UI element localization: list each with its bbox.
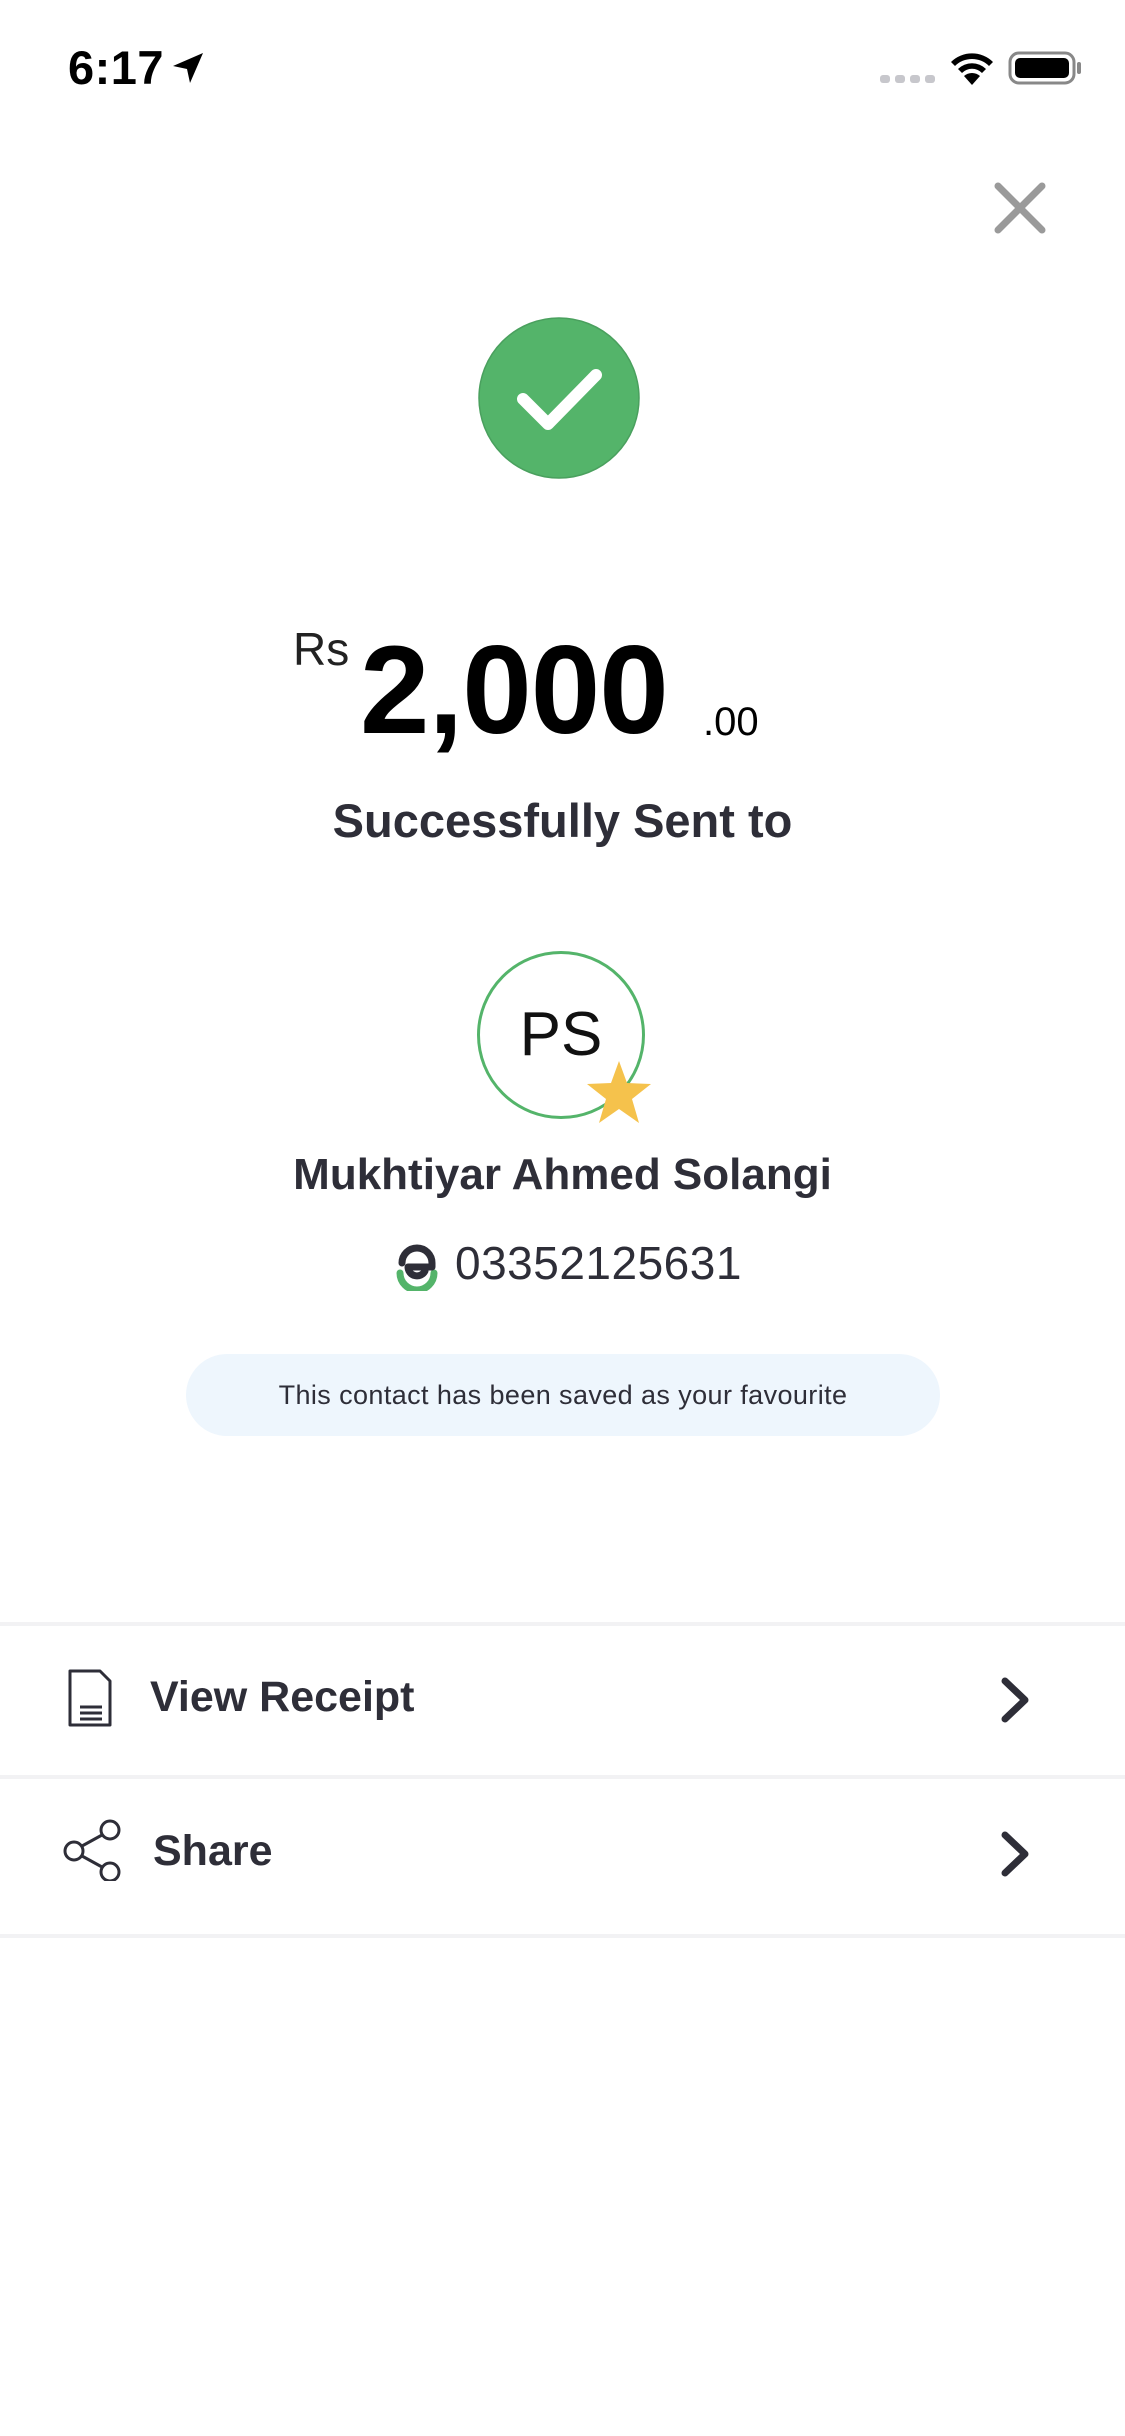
contact-name: Mukhtiyar Ahmed Solangi [293,1150,832,1199]
view-receipt-row[interactable]: View Receipt [0,1625,1125,1775]
contact-number-row: 03352125631 [0,1236,1125,1296]
chevron-right-icon [1001,1831,1029,1877]
chevron-right-icon [1001,1677,1029,1723]
receipt-icon [68,1669,112,1727]
close-button[interactable] [990,178,1050,238]
favourite-banner: This contact has been saved as your favo… [186,1354,940,1436]
share-icon [63,1819,121,1881]
success-check-icon [478,317,640,479]
divider [0,1934,1125,1938]
location-arrow-icon [173,53,203,83]
amount: Rs 2,000 .00 [0,600,1125,760]
share-label: Share [153,1827,273,1875]
contact-number: 03352125631 [455,1237,742,1289]
amount-decimal: .00 [703,700,759,744]
view-receipt-label: View Receipt [150,1673,415,1721]
share-row[interactable]: Share [0,1779,1125,1929]
amount-value: 2,000 [360,621,669,760]
easypaisa-logo-icon [396,1244,438,1291]
favourite-star-icon [587,1061,651,1123]
battery-icon [1008,51,1081,85]
wifi-icon [951,53,993,85]
cellular-signal-icon [880,75,935,83]
status-bar: 6:17 [0,0,1125,140]
status-time: 6:17 [68,41,165,94]
amount-currency: Rs [293,623,350,675]
status-message: Successfully Sent to [332,794,793,847]
